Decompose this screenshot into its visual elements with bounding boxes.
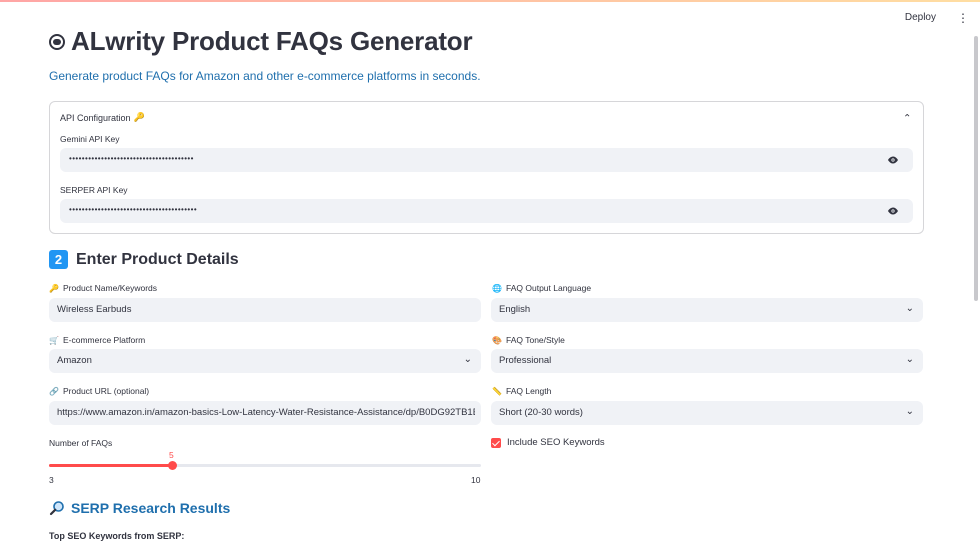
faq-count-slider[interactable]	[49, 461, 481, 470]
gemini-key-label: Gemini API Key	[60, 134, 120, 144]
serp-subheading: Top SEO Keywords from SERP:	[49, 531, 185, 541]
expander-header[interactable]: API Configuration 🔑	[60, 112, 145, 123]
page-scrollbar[interactable]	[972, 36, 980, 551]
ruler-icon: 📏	[492, 386, 502, 396]
faq-count-value: 5	[169, 450, 174, 460]
gemini-key-value: •••••••••••••••••••••••••••••••••••••••	[69, 154, 194, 163]
product-name-input[interactable]: Wireless Earbuds	[49, 298, 481, 322]
eye-icon[interactable]	[887, 206, 899, 216]
api-configuration-expander: API Configuration 🔑 ⌄ Gemini API Key •••…	[49, 101, 924, 234]
scrollbar-thumb[interactable]	[974, 36, 978, 301]
deploy-button[interactable]: Deploy	[899, 10, 942, 25]
globe-icon: 🌐	[492, 283, 502, 293]
page-subtitle: Generate product FAQs for Amazon and oth…	[49, 69, 481, 83]
top-decoration-bar	[0, 0, 980, 2]
chevron-down-icon: ⌄	[463, 354, 472, 365]
serper-key-value: ••••••••••••••••••••••••••••••••••••••••	[69, 205, 198, 214]
platform-value: Amazon	[57, 355, 92, 366]
chevron-down-icon: ⌄	[905, 354, 914, 365]
faq-length-label: 📏 FAQ Length	[492, 386, 552, 396]
chevron-down-icon: ⌄	[905, 303, 914, 314]
serp-heading: SERP Research Results	[49, 500, 230, 516]
platform-select[interactable]: Amazon ⌄	[49, 349, 481, 373]
key-icon: 🔑	[133, 112, 145, 122]
page-title: ALwrity Product FAQs Generator	[71, 26, 473, 56]
gemini-key-input[interactable]: •••••••••••••••••••••••••••••••••••••••	[60, 148, 913, 172]
serper-key-label: SERPER API Key	[60, 185, 128, 195]
eye-icon[interactable]	[887, 155, 899, 165]
language-label: 🌐 FAQ Output Language	[492, 283, 592, 293]
seo-keywords-checkbox-row[interactable]: Include SEO Keywords	[491, 437, 605, 448]
tone-label: 🎨 FAQ Tone/Style	[492, 335, 565, 345]
main-menu-icon[interactable]: ⋮	[956, 12, 970, 24]
cart-icon: 🛒	[49, 335, 59, 345]
slider-max-label: 10	[471, 475, 481, 485]
chevron-down-icon: ⌄	[905, 406, 914, 417]
app-header: Deploy ⋮	[899, 10, 970, 25]
faq-count-label: Number of FAQs	[49, 438, 113, 448]
section-title: Enter Product Details	[76, 250, 239, 268]
slider-thumb[interactable]	[168, 461, 177, 470]
tone-select[interactable]: Professional ⌄	[491, 349, 923, 373]
robot-icon	[49, 33, 65, 50]
platform-label: 🛒 E-commerce Platform	[49, 335, 146, 345]
tone-value: Professional	[499, 355, 552, 366]
language-select[interactable]: English ⌄	[491, 298, 923, 322]
chevron-up-icon[interactable]: ⌄	[903, 111, 911, 122]
link-icon: 🔗	[49, 386, 59, 396]
faq-length-select[interactable]: Short (20-30 words) ⌄	[491, 401, 923, 425]
product-url-input[interactable]: https://www.amazon.in/amazon-basics-Low-…	[49, 401, 481, 425]
key-icon: 🔑	[49, 283, 59, 293]
product-details-heading: 2 Enter Product Details	[49, 250, 239, 269]
serper-key-input[interactable]: ••••••••••••••••••••••••••••••••••••••••	[60, 199, 913, 223]
expander-title: API Configuration	[60, 112, 131, 123]
title-row: ALwrity Product FAQs Generator	[49, 26, 473, 57]
palette-icon: 🎨	[492, 335, 502, 345]
slider-fill	[49, 464, 172, 467]
seo-keywords-label: Include SEO Keywords	[507, 437, 605, 448]
language-value: English	[499, 304, 531, 315]
faq-length-value: Short (20-30 words)	[499, 407, 583, 418]
magnifier-icon	[49, 501, 64, 516]
product-name-value: Wireless Earbuds	[57, 304, 132, 315]
seo-keywords-checkbox[interactable]	[491, 437, 501, 448]
product-url-label: 🔗 Product URL (optional)	[49, 386, 150, 396]
serp-title: SERP Research Results	[71, 500, 231, 516]
slider-min-label: 3	[49, 475, 54, 485]
step-two-badge: 2	[49, 250, 68, 269]
product-name-label: 🔑 Product Name/Keywords	[49, 283, 158, 293]
product-url-value: https://www.amazon.in/amazon-basics-Low-…	[57, 407, 475, 418]
